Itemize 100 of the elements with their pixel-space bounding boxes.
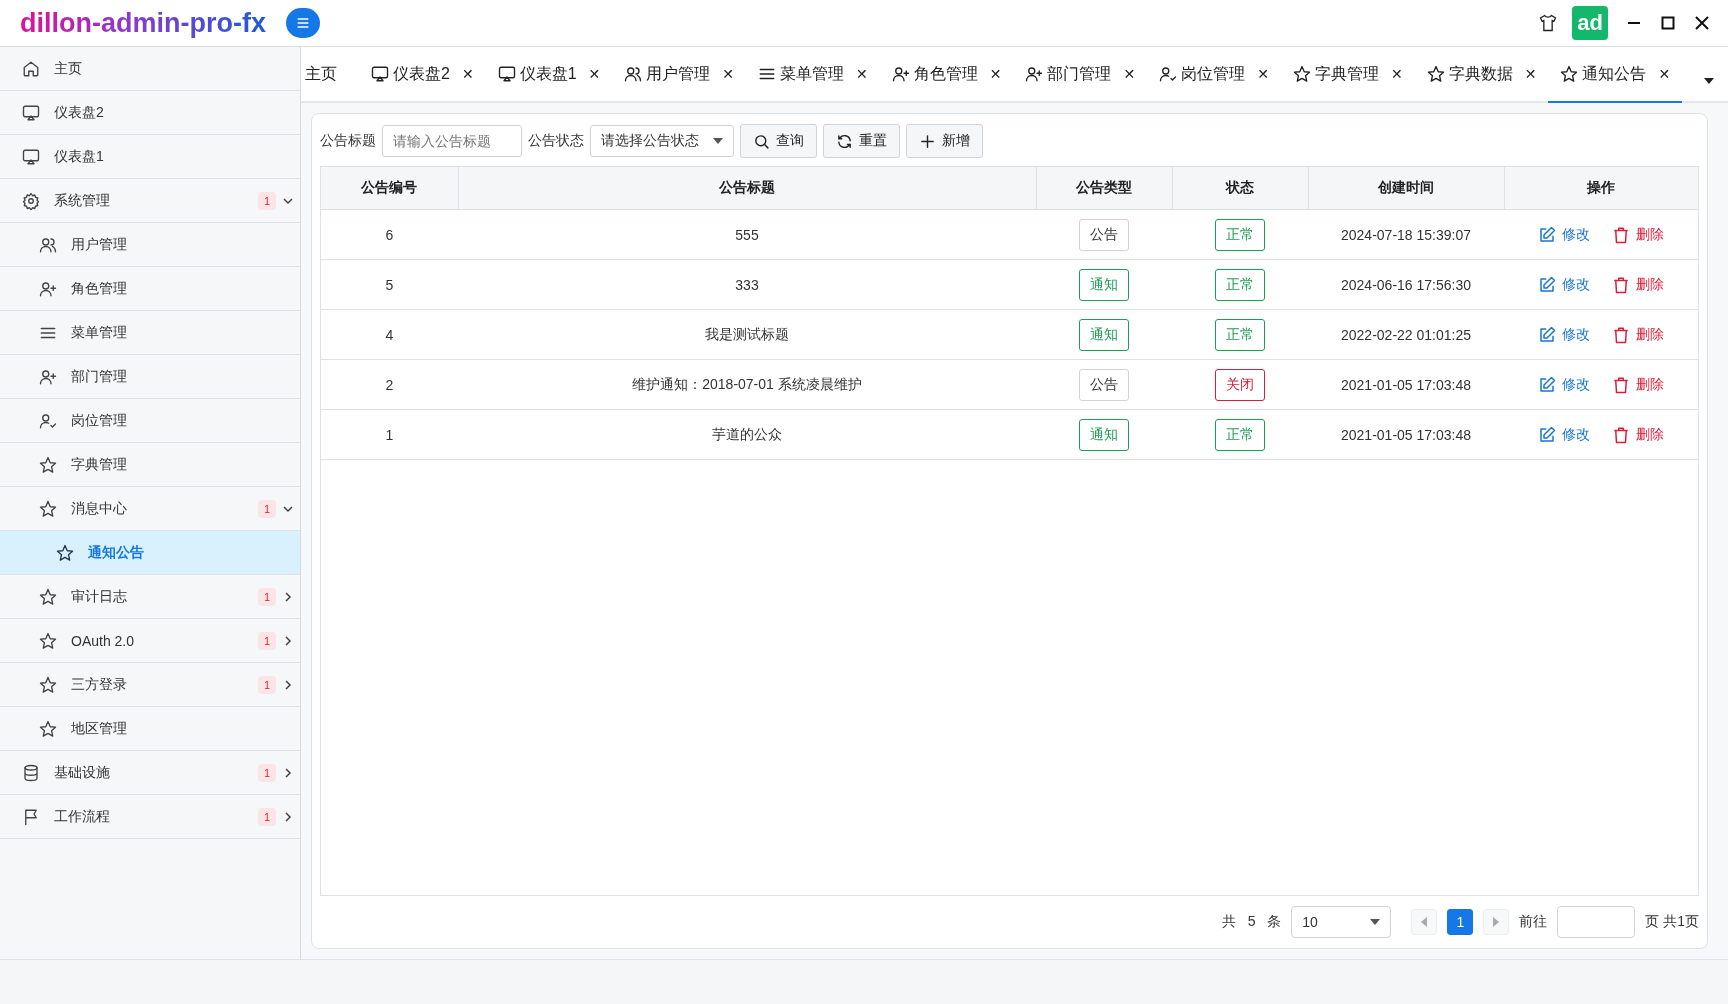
count-badge: 1 (257, 763, 276, 782)
table-cell: 我是测试标题 (705, 325, 789, 342)
maximize-icon[interactable] (1660, 15, 1676, 31)
tshirt-icon[interactable] (1538, 13, 1559, 33)
table-cell: 维护通知：2018-07-01 系统凌晨维护 (632, 375, 862, 392)
sidebar-item[interactable]: 部门管理 (0, 355, 300, 399)
title-input-field[interactable]: 请输入公告标题 (382, 125, 522, 157)
sidebar-item[interactable]: 基础设施 1 (0, 751, 300, 795)
column-header[interactable]: 公告编号 (321, 167, 458, 210)
chevron-right-icon[interactable] (282, 590, 294, 603)
tab-close-button[interactable]: ✕ (1257, 66, 1269, 82)
trash-icon (1612, 275, 1630, 294)
star-icon (1292, 65, 1311, 83)
monitor-icon (22, 103, 40, 122)
dropdown-caret-icon[interactable] (1704, 78, 1714, 84)
sidebar-item[interactable]: 审计日志 1 (0, 575, 300, 619)
star-icon (56, 543, 74, 562)
edit-link[interactable]: 修改 (1538, 275, 1590, 294)
settings-icon (22, 191, 40, 210)
sidebar-item[interactable]: 仪表盘1 (0, 135, 300, 179)
tab-close-button[interactable]: ✕ (856, 66, 868, 82)
page-button[interactable]: 1 (1447, 909, 1474, 935)
page-input-field[interactable] (1557, 906, 1636, 938)
tab-close-button[interactable]: ✕ (588, 66, 601, 82)
tab[interactable]: 仪表盘2 ✕ (359, 47, 486, 103)
table-cell: 555 (735, 226, 759, 243)
column-header[interactable]: 公告类型 (1036, 167, 1172, 210)
tab[interactable]: 通知公告 ✕ (1548, 47, 1683, 103)
monitor-icon (22, 147, 40, 166)
edit-link[interactable]: 修改 (1538, 375, 1590, 394)
edit-icon (1538, 375, 1556, 394)
trash-icon (1612, 375, 1630, 394)
sidebar-item[interactable]: OAuth 2.0 1 (0, 619, 300, 663)
sidebar-item-label: 岗位管理 (71, 411, 128, 430)
database-icon (22, 763, 40, 782)
tab-close-button[interactable]: ✕ (1658, 66, 1671, 82)
sidebar-item[interactable]: 主页 (0, 47, 300, 91)
type-tag: 通知 (1079, 418, 1129, 451)
tab[interactable]: 仪表盘1 ✕ (485, 47, 613, 103)
edit-link[interactable]: 修改 (1538, 325, 1590, 344)
sidebar-item-label: 仪表盘2 (54, 103, 105, 122)
column-header[interactable]: 状态 (1172, 167, 1308, 210)
user-check-icon (1159, 65, 1178, 83)
tab-close-button[interactable]: ✕ (1123, 66, 1136, 82)
chevron-right-icon[interactable] (282, 810, 294, 823)
sidebar-item-label: 仪表盘1 (54, 147, 105, 166)
sidebar-item-label: 三方登录 (71, 675, 128, 694)
tab[interactable]: 部门管理 ✕ (1013, 47, 1148, 103)
sidebar-item[interactable]: 角色管理 (0, 267, 300, 311)
delete-link[interactable]: 删除 (1612, 425, 1664, 444)
edit-link[interactable]: 修改 (1538, 425, 1590, 444)
sidebar-item-label: 系统管理 (54, 191, 111, 210)
sidebar-item[interactable]: 菜单管理 (0, 311, 300, 355)
chevron-right-icon[interactable] (282, 766, 294, 779)
sidebar-item[interactable]: 三方登录 1 (0, 663, 300, 707)
column-header[interactable]: 操作 (1504, 167, 1698, 210)
chevron-right-icon[interactable] (282, 678, 294, 691)
home-icon (22, 59, 40, 78)
sidebar-item[interactable]: 仪表盘2 (0, 91, 300, 135)
type-tag: 通知 (1079, 268, 1129, 301)
monitor-icon (371, 65, 389, 83)
tab-close-button[interactable]: ✕ (1524, 66, 1537, 82)
sidebar-item[interactable]: 岗位管理 (0, 399, 300, 443)
edit-link[interactable]: 修改 (1538, 225, 1590, 244)
delete-link[interactable]: 删除 (1612, 225, 1664, 244)
sidebar-item[interactable]: 用户管理 (0, 223, 300, 267)
column-header[interactable]: 公告标题 (458, 167, 1036, 210)
tab[interactable]: 用户管理 ✕ (612, 47, 746, 103)
tab[interactable]: 角色管理 ✕ (879, 47, 1014, 103)
tab[interactable]: 主页 (301, 47, 359, 103)
delete-link[interactable]: 删除 (1612, 375, 1664, 394)
status-tag: 正常 (1215, 418, 1265, 451)
chevron-right-icon[interactable] (282, 634, 294, 647)
star-icon (39, 455, 57, 474)
trash-icon (1612, 325, 1630, 344)
tab[interactable]: 字典数据 ✕ (1414, 47, 1549, 103)
menu-button[interactable] (285, 8, 320, 38)
sidebar-item[interactable]: 地区管理 (0, 707, 300, 751)
page-count-label: 页 共1页 (1645, 913, 1699, 931)
sidebar-item[interactable]: 工作流程 1 (0, 795, 300, 839)
sidebar-item[interactable]: 系统管理 1 (0, 179, 300, 223)
column-header[interactable]: 创建时间 (1308, 167, 1504, 210)
sidebar-item[interactable]: 通知公告 (0, 531, 300, 575)
tab-close-button[interactable]: ✕ (1390, 66, 1403, 82)
sidebar-item[interactable]: 字典管理 (0, 443, 300, 487)
toolbar-button[interactable]: 新增 (906, 124, 983, 158)
tab-label: 菜单管理 (780, 63, 844, 84)
tab-close-button[interactable]: ✕ (989, 66, 1002, 82)
tab[interactable]: 岗位管理 ✕ (1147, 47, 1281, 103)
status-dropdown[interactable]: 请选择公告状态 (590, 125, 734, 157)
toolbar-button[interactable]: 重置 (823, 124, 900, 158)
page-size-dropdown[interactable]: 10 (1291, 906, 1392, 938)
close-icon[interactable] (1694, 15, 1710, 31)
delete-link[interactable]: 删除 (1612, 275, 1664, 294)
delete-link[interactable]: 删除 (1612, 325, 1664, 344)
tab[interactable]: 菜单管理 ✕ (746, 47, 880, 103)
tab[interactable]: 字典管理 ✕ (1280, 47, 1415, 103)
tab-close-button[interactable]: ✕ (461, 66, 474, 82)
toolbar-button[interactable]: 查询 (740, 124, 817, 158)
tab-close-button[interactable]: ✕ (722, 66, 734, 82)
